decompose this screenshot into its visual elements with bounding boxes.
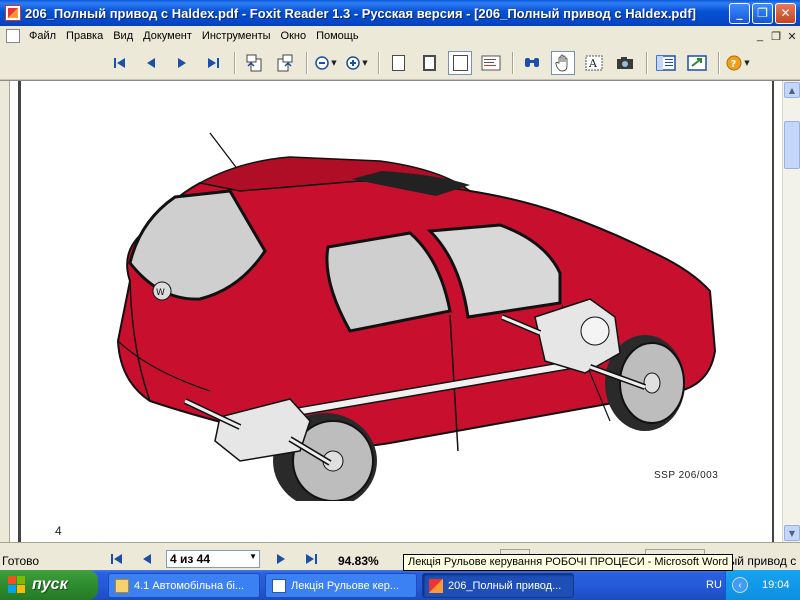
- page-indicator: 4 из 44: [170, 552, 211, 566]
- folder-icon: [115, 578, 129, 593]
- thumbnails-icon[interactable]: [685, 51, 709, 75]
- system-tray: ‹ 19:04: [725, 570, 800, 600]
- text-viewer-icon[interactable]: [479, 51, 503, 75]
- zoom-in-icon[interactable]: ▼: [345, 51, 369, 75]
- page-number-label: 4: [55, 524, 62, 538]
- navigation-panel-bar[interactable]: [0, 81, 10, 543]
- next-page-icon[interactable]: [170, 51, 194, 75]
- fit-page-icon[interactable]: [417, 51, 441, 75]
- doc-minimize-button[interactable]: _: [752, 30, 768, 42]
- page-dropdown-icon[interactable]: ▼: [249, 552, 257, 561]
- status-last-page-icon[interactable]: [302, 550, 320, 568]
- document-icon[interactable]: [6, 29, 20, 43]
- svg-text:?: ?: [731, 59, 737, 70]
- zoom-out-icon[interactable]: ▼: [314, 51, 338, 75]
- start-button[interactable]: пуск: [0, 570, 98, 600]
- bookmarks-icon[interactable]: [654, 51, 678, 75]
- menu-view[interactable]: Вид: [108, 30, 138, 42]
- start-label: пуск: [32, 576, 68, 593]
- figure-caption: SSP 206/003: [654, 470, 719, 481]
- menu-tools[interactable]: Инструменты: [197, 30, 276, 42]
- taskbar-item-folder[interactable]: 4.1 Автомобільна бі...: [108, 573, 260, 598]
- close-button[interactable]: ✕: [775, 2, 796, 24]
- status-text: Готово: [2, 554, 40, 568]
- status-first-page-icon[interactable]: [108, 550, 126, 568]
- toolbar: ▼ ▼ A ? ▼: [0, 46, 800, 80]
- actual-size-icon[interactable]: [386, 51, 410, 75]
- help-icon[interactable]: ? ▼: [726, 51, 750, 75]
- snapshot-icon[interactable]: [613, 51, 637, 75]
- foxit-icon: [429, 578, 443, 593]
- doc-close-button[interactable]: ✕: [784, 30, 800, 43]
- menu-document[interactable]: Документ: [138, 30, 197, 42]
- rotate-left-icon[interactable]: [242, 51, 266, 75]
- tray-expand-icon[interactable]: ‹: [732, 577, 748, 593]
- language-indicator[interactable]: RU: [706, 579, 722, 591]
- car-awd-illustration: W: [116, 132, 717, 501]
- rotate-right-icon[interactable]: [273, 51, 297, 75]
- status-prev-page-icon[interactable]: [138, 550, 156, 568]
- taskbar-tooltip: Лекція Рульове керування РОБОЧІ ПРОЦЕСИ …: [403, 554, 734, 571]
- svg-text:W: W: [156, 288, 165, 298]
- menu-bar: Файл Правка Вид Документ Инструменты Окн…: [0, 26, 800, 46]
- menu-edit[interactable]: Правка: [61, 30, 108, 42]
- scroll-thumb[interactable]: [784, 121, 800, 169]
- select-text-icon[interactable]: A: [582, 51, 606, 75]
- fit-width-icon[interactable]: [448, 50, 472, 75]
- scroll-down-icon[interactable]: ▼: [784, 525, 800, 541]
- menu-file[interactable]: Файл: [24, 30, 61, 42]
- title-bar[interactable]: 206_Полный привод с Haldex.pdf - Foxit R…: [0, 0, 800, 26]
- svg-text:A: A: [588, 57, 598, 70]
- find-icon[interactable]: [520, 51, 544, 75]
- menu-window[interactable]: Окно: [276, 30, 312, 42]
- taskbar-item-foxit[interactable]: 206_Полный привод...: [422, 573, 574, 598]
- zoom-level[interactable]: 94.83%: [338, 554, 379, 568]
- page-number-input[interactable]: 4 из 44 ▼: [166, 550, 260, 568]
- hand-tool-icon[interactable]: [551, 50, 575, 75]
- clock[interactable]: 19:04: [762, 579, 790, 591]
- document-view[interactable]: W SSP 206/003 4 ▲ ▼: [0, 80, 800, 543]
- status-next-page-icon[interactable]: [272, 550, 290, 568]
- prev-page-icon[interactable]: [139, 51, 163, 75]
- taskbar: пуск 4.1 Автомобільна бі... Лекція Рульо…: [0, 570, 800, 600]
- doc-restore-button[interactable]: ❐: [768, 30, 784, 43]
- window-title: 206_Полный привод с Haldex.pdf - Foxit R…: [25, 5, 696, 21]
- menu-help[interactable]: Помощь: [311, 30, 364, 42]
- restore-button[interactable]: ❐: [752, 2, 773, 24]
- word-icon: [272, 578, 286, 593]
- foxit-app-icon[interactable]: [5, 5, 21, 21]
- vertical-scrollbar[interactable]: ▲ ▼: [782, 81, 800, 543]
- windows-logo-icon: [8, 576, 26, 594]
- taskbar-item-word[interactable]: Лекція Рульове кер...: [265, 573, 417, 598]
- scroll-up-icon[interactable]: ▲: [784, 82, 800, 98]
- page-border-right: [772, 81, 774, 543]
- minimize-button[interactable]: _: [729, 2, 750, 24]
- page-border-left: [18, 81, 21, 543]
- last-page-icon[interactable]: [201, 51, 225, 75]
- first-page-icon[interactable]: [108, 51, 132, 75]
